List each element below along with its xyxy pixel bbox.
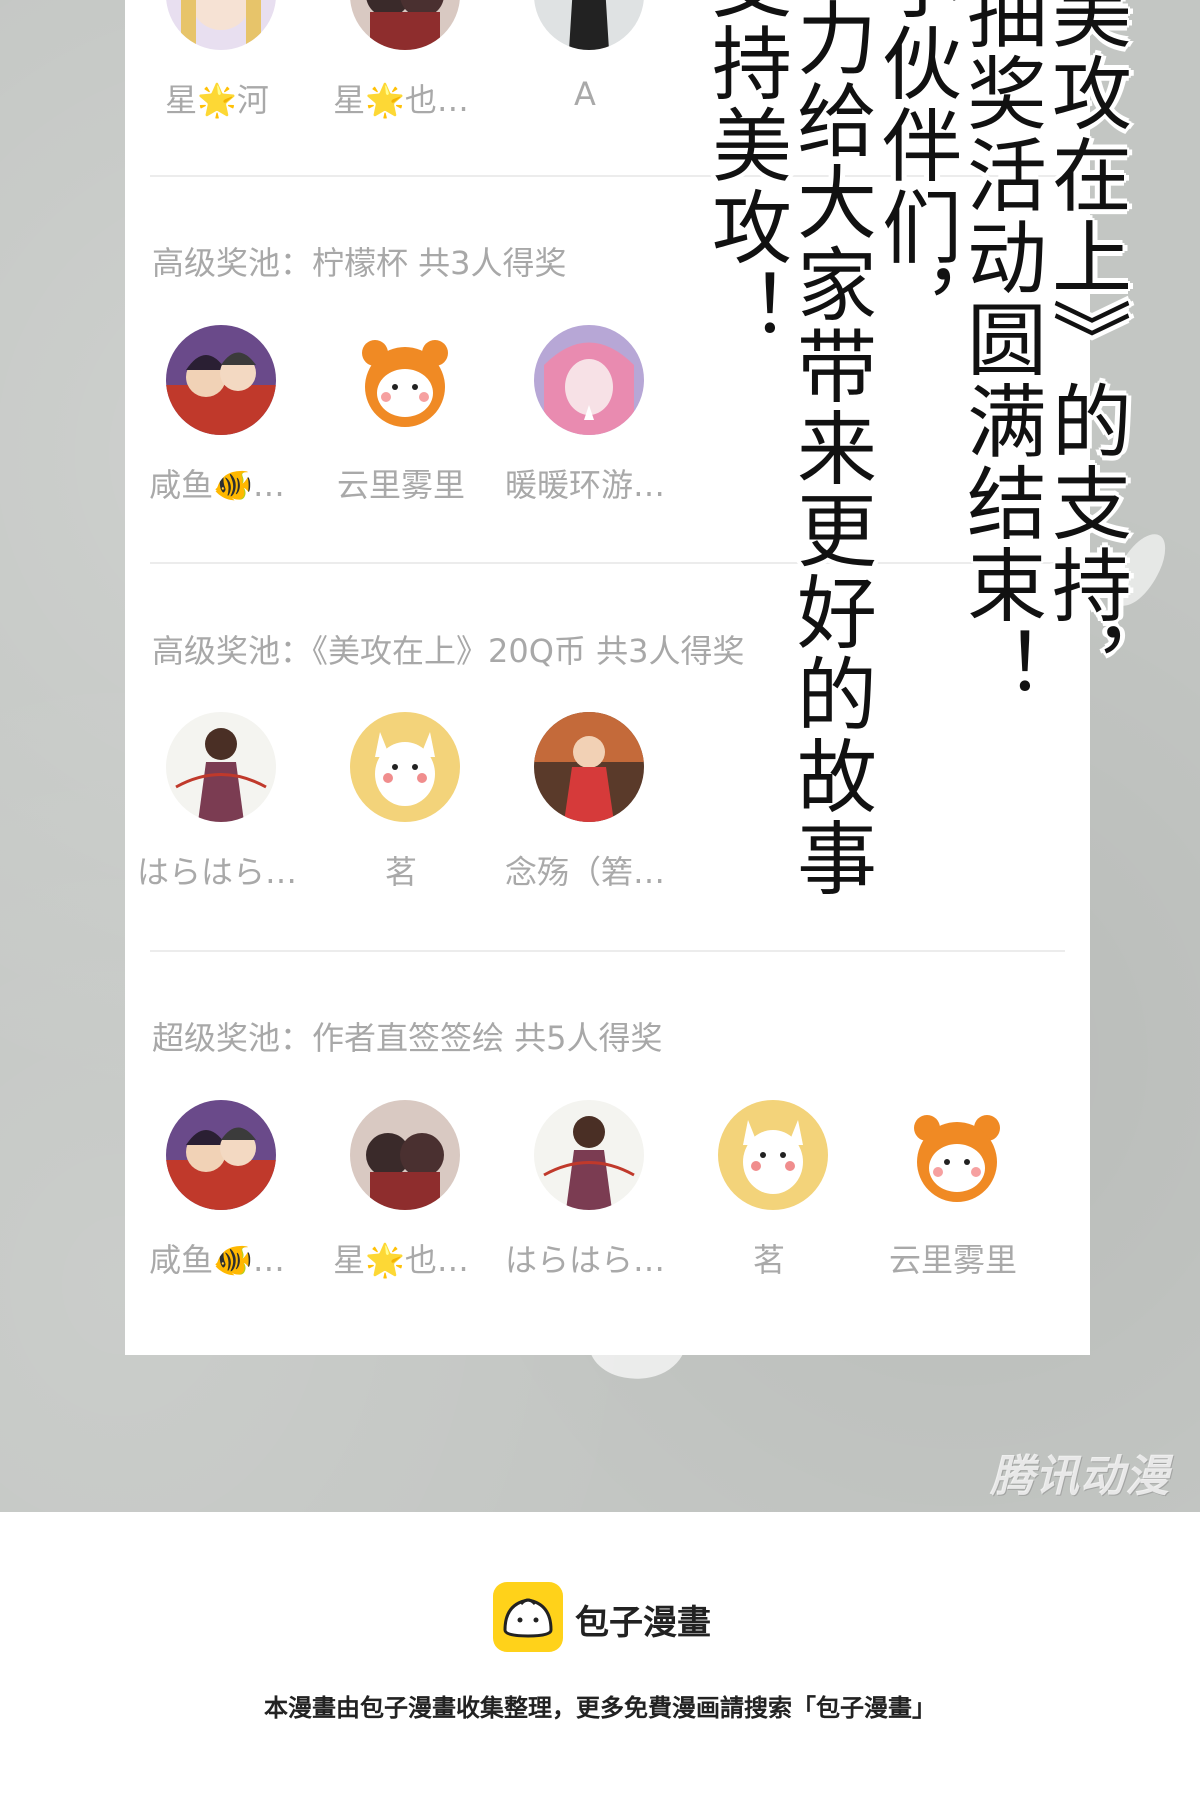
winner-name: 云里雾里 bbox=[888, 1241, 1017, 1279]
winner-item[interactable]: 茗 bbox=[309, 712, 493, 892]
section-divider bbox=[150, 562, 1065, 564]
pool-title: 高级奖池：《美攻在上》20Q币 共3人得奖 bbox=[152, 632, 745, 670]
winner-item[interactable]: A bbox=[493, 0, 677, 120]
winner-name: 念殇（箬… bbox=[504, 853, 665, 891]
speech-column-2: 抽奖活动圆满结束！ bbox=[954, 0, 1047, 708]
winner-item[interactable]: 咸鱼🐠… bbox=[125, 1100, 309, 1280]
winner-name: 咸鱼🐠… bbox=[149, 1241, 285, 1279]
pool-title: 高级奖池：柠檬杯 共3人得奖 bbox=[152, 244, 567, 282]
brand-name: 包子漫畫 bbox=[575, 1603, 711, 1643]
winner-item[interactable]: はらはら… bbox=[125, 712, 309, 892]
winner-item[interactable]: 暖暖环游… bbox=[493, 325, 677, 505]
manga-couple-avatar bbox=[166, 325, 276, 435]
winner-name: 茗 bbox=[752, 1241, 785, 1279]
tencent-comic-watermark: 腾讯动漫 bbox=[990, 1451, 1170, 1502]
footer: 包子漫畫 本漫畫由包子漫畫收集整理，更多免費漫画請搜索「包子漫畫」 bbox=[0, 1512, 1200, 1794]
speech-column-3: 小伙伴们， bbox=[869, 0, 962, 350]
anime-girl-avatar bbox=[166, 0, 276, 50]
winner-name: はらはら… bbox=[504, 1241, 665, 1279]
footer-note: 本漫畫由包子漫畫收集整理，更多免費漫画請搜索「包子漫畫」 bbox=[264, 1694, 936, 1722]
yellow-creature-avatar bbox=[718, 1100, 828, 1210]
winner-item[interactable]: 念殇（箬… bbox=[493, 712, 677, 892]
dark-figure-avatar bbox=[534, 0, 644, 50]
bun-logo-icon bbox=[493, 1582, 563, 1652]
winner-item[interactable]: 星🌟河 bbox=[125, 0, 309, 120]
pink-hair-avatar bbox=[534, 325, 644, 435]
manga-couple-avatar bbox=[166, 1100, 276, 1210]
pool-1-members: 咸鱼🐠… 云里雾里 暖暖环游… bbox=[125, 325, 1090, 505]
winner-name: 暖暖环游… bbox=[504, 466, 665, 504]
archer-girl-avatar bbox=[166, 712, 276, 822]
couple-avatar bbox=[350, 0, 460, 50]
winner-name: 星🌟也… bbox=[333, 1241, 469, 1279]
pool-title: 超级奖池：作者直签签绘 共5人得奖 bbox=[152, 1019, 663, 1057]
winner-item[interactable]: 云里雾里 bbox=[309, 325, 493, 505]
winner-name: 星🌟河 bbox=[165, 81, 269, 119]
couple-avatar bbox=[350, 1100, 460, 1210]
orange-bear-avatar bbox=[902, 1100, 1012, 1210]
pool-3-members: 咸鱼🐠… 星🌟也… はらはら… 茗 云里雾里 bbox=[125, 1100, 1090, 1280]
winner-name: はらはら… bbox=[136, 853, 297, 891]
comic-panel: 星🌟河 星🌟也… A 高级奖池：柠檬杯 共3人得奖 咸鱼🐠… 云里雾里 暖暖环游… bbox=[0, 0, 1200, 1512]
winner-item[interactable]: 茗 bbox=[677, 1100, 861, 1280]
section-divider bbox=[150, 950, 1065, 952]
speech-column-4: 努力给大家带来更好的故事 bbox=[784, 0, 877, 899]
winner-item[interactable]: 云里雾里 bbox=[861, 1100, 1045, 1280]
orange-bear-avatar bbox=[350, 325, 460, 435]
archer-girl-avatar bbox=[534, 1100, 644, 1210]
yellow-creature-avatar bbox=[350, 712, 460, 822]
winner-name: 咸鱼🐠… bbox=[149, 466, 285, 504]
speech-column-5: 支持美攻！ bbox=[699, 0, 792, 350]
winner-name: 星🌟也… bbox=[333, 81, 469, 119]
winner-name: 茗 bbox=[384, 853, 417, 891]
winner-item[interactable]: 星🌟也… bbox=[309, 1100, 493, 1280]
winner-item[interactable]: 咸鱼🐠… bbox=[125, 325, 309, 505]
red-dress-avatar bbox=[534, 712, 644, 822]
winner-item[interactable]: はらはら… bbox=[493, 1100, 677, 1280]
winner-name: 云里雾里 bbox=[336, 466, 465, 504]
speech-column-1: 美攻在上》的支持， bbox=[1039, 0, 1132, 708]
pool-2-members: はらはら… 茗 念殇（箬… bbox=[125, 712, 1090, 892]
winner-item[interactable]: 星🌟也… bbox=[309, 0, 493, 120]
winner-name: A bbox=[574, 75, 596, 113]
